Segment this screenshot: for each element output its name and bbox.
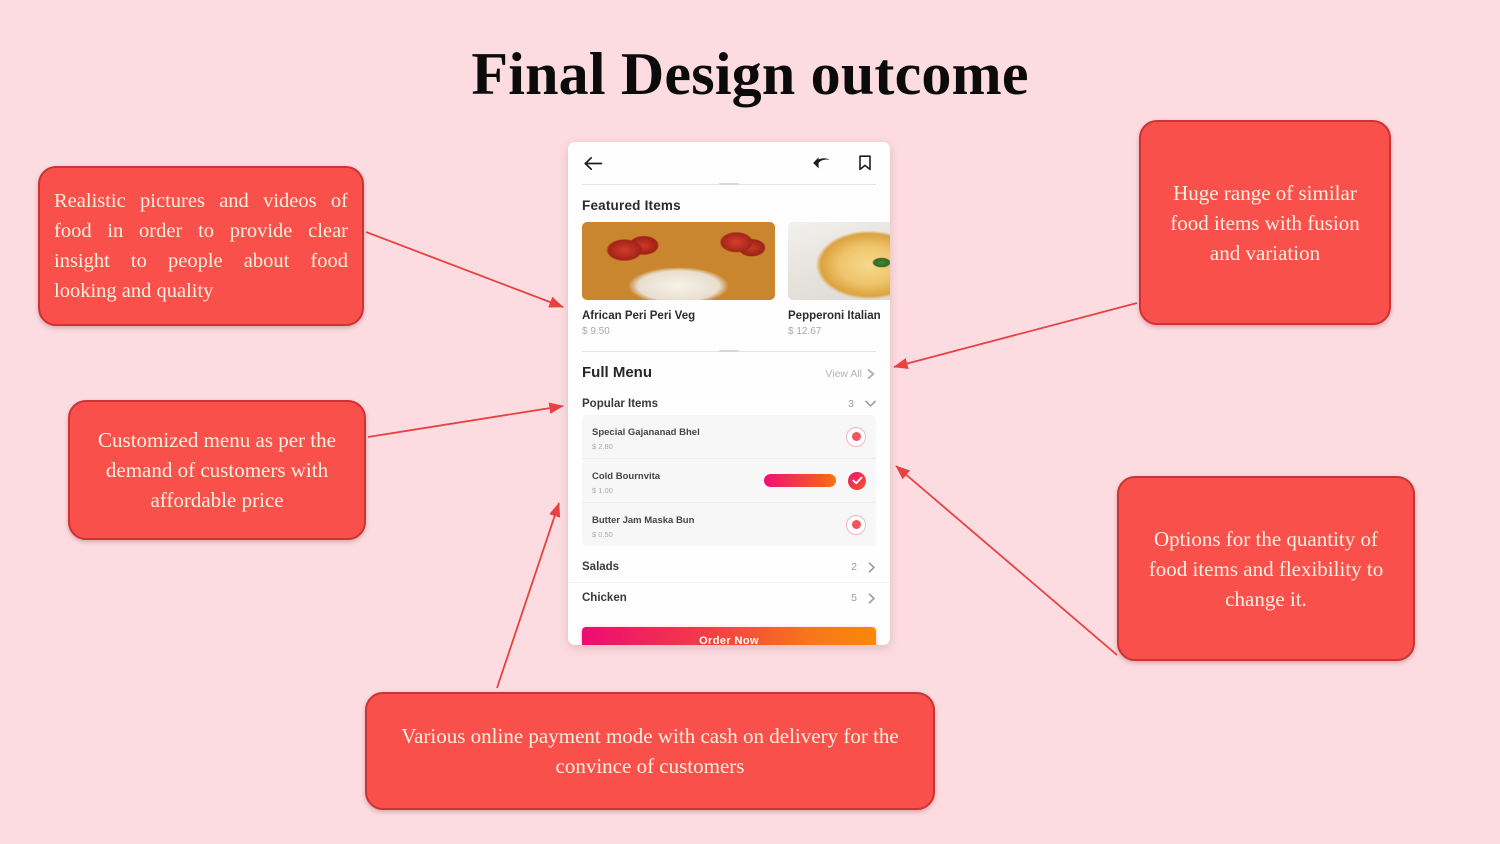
callout-quantity-options[interactable]: Options for the quantity of food items a…: [1117, 476, 1415, 661]
arrow-options-to-phone: [895, 465, 1118, 656]
popular-items-list: Special Gajananad Bhel $ 2.80 Cold Bourn…: [582, 415, 876, 546]
category-count: 2: [851, 561, 857, 573]
quantity-slider[interactable]: [764, 474, 836, 487]
chevron-right-icon[interactable]: [868, 592, 876, 604]
category-meta: 2: [851, 561, 876, 573]
item-text-block: Special Gajananad Bhel $ 2.80: [592, 422, 846, 451]
add-item-dot: [851, 432, 861, 441]
callout-text: Huge range of similar food items with fu…: [1170, 180, 1360, 265]
item-selected-check-icon[interactable]: [848, 471, 866, 490]
callout-realistic-pictures[interactable]: Realistic pictures and videos of food in…: [38, 166, 364, 326]
pizza-pepperoni-photo: [788, 222, 890, 300]
chevron-right-icon[interactable]: [868, 561, 876, 573]
check-icon: [851, 476, 862, 485]
featured-divider: [582, 351, 876, 352]
featured-item-price: $ 12.67: [788, 326, 822, 337]
callout-text: Various online payment mode with cash on…: [401, 724, 899, 778]
arrow-left-icon[interactable]: [582, 152, 604, 174]
featured-card-1[interactable]: African Peri Peri Veg $ 9.50: [582, 222, 775, 337]
chevron-right-icon: [867, 369, 875, 379]
featured-card-2[interactable]: Pepperoni Italian $ 12.67: [788, 222, 890, 337]
order-now-button[interactable]: Order Now: [582, 627, 876, 645]
topbar-divider: [582, 184, 876, 185]
add-item-dot: [851, 520, 861, 529]
add-item-icon[interactable]: [846, 514, 866, 535]
pizza-veg-photo: [582, 222, 775, 300]
item-name: Special Gajananad Bhel: [592, 427, 700, 438]
category-row-popular-items[interactable]: Popular Items 3: [568, 389, 890, 415]
item-name: Cold Bournvita: [592, 471, 661, 482]
item-text-block: Butter Jam Maska Bun $ 0.50: [592, 510, 846, 539]
featured-items-row[interactable]: African Peri Peri Veg $ 9.50 Pepperoni I…: [568, 222, 890, 337]
category-count: 5: [851, 592, 857, 604]
category-meta: 5: [851, 592, 876, 604]
slide-canvas: Final Design outcome Realistic pictures …: [0, 0, 1500, 844]
item-price: $ 0.50: [592, 530, 613, 539]
category-name: Chicken: [582, 592, 627, 604]
category-row-salads[interactable]: Salads 2: [568, 552, 890, 583]
item-name: Butter Jam Maska Bun: [592, 515, 695, 526]
item-text-block: Cold Bournvita $ 1.00: [592, 466, 764, 495]
featured-item-name: African Peri Peri Veg: [582, 310, 696, 322]
category-count: 3: [848, 398, 854, 410]
add-item-icon[interactable]: [846, 426, 866, 447]
list-item[interactable]: Special Gajananad Bhel $ 2.80: [582, 415, 876, 459]
arrow-customized-to-phone: [367, 402, 564, 438]
featured-items-heading: Featured Items: [582, 198, 681, 213]
app-top-bar: [568, 142, 890, 184]
callout-payment-modes[interactable]: Various online payment mode with cash on…: [365, 692, 935, 810]
callout-text: Options for the quantity of food items a…: [1148, 526, 1384, 611]
callout-text: Customized menu as per the demand of cus…: [98, 428, 336, 512]
list-item[interactable]: Butter Jam Maska Bun $ 0.50: [582, 503, 876, 546]
page-title: Final Design outcome: [471, 41, 1029, 107]
view-all-button[interactable]: View All: [825, 368, 876, 380]
callout-huge-range[interactable]: Huge range of similar food items with fu…: [1139, 120, 1391, 325]
category-meta: 3: [848, 398, 876, 410]
phone-mockup: Featured Items African Peri Peri Veg $ 9…: [568, 142, 890, 645]
share-arrow-icon[interactable]: [810, 152, 832, 174]
arrow-huge-to-phone: [893, 302, 1138, 370]
category-row-chicken[interactable]: Chicken 5: [568, 583, 890, 613]
featured-item-name: Pepperoni Italian: [788, 310, 881, 322]
chevron-down-icon[interactable]: [865, 400, 876, 408]
category-name: Salads: [582, 561, 620, 573]
arrow-payment-to-phone: [496, 502, 561, 689]
view-all-label: View All: [825, 368, 862, 380]
item-price: $ 1.00: [592, 486, 613, 495]
item-price: $ 2.80: [592, 442, 613, 451]
bookmark-icon[interactable]: [854, 152, 876, 174]
category-name: Popular Items: [582, 398, 659, 410]
callout-customized-menu[interactable]: Customized menu as per the demand of cus…: [68, 400, 366, 540]
full-menu-header: Full Menu View All: [568, 352, 890, 389]
featured-item-price: $ 9.50: [582, 326, 610, 337]
callout-text: Realistic pictures and videos of food in…: [54, 190, 348, 302]
arrow-realistic-to-phone: [365, 231, 564, 308]
list-item[interactable]: Cold Bournvita $ 1.00: [582, 459, 876, 503]
full-menu-heading: Full Menu: [582, 364, 652, 381]
